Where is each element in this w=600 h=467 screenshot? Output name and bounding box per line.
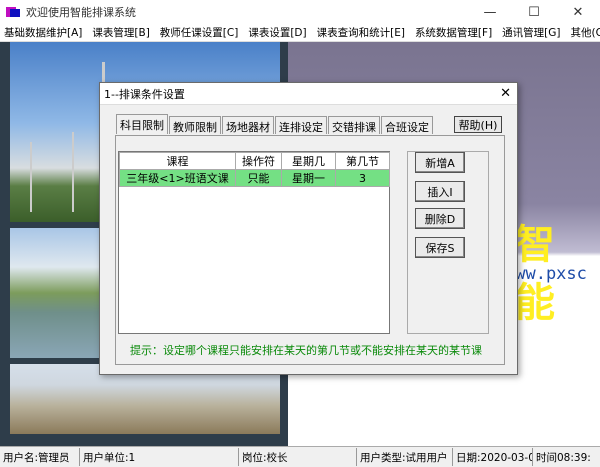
dialog-title: 1--排课条件设置	[104, 87, 185, 101]
menu-system-data[interactable]: 系统数据管理[F]	[415, 25, 492, 40]
hint-text: 提示：设定哪个课程只能安排在某天的第几节或不能安排在某天的某节课	[130, 344, 482, 357]
tab-interleave[interactable]: 交错排课	[328, 116, 380, 134]
tab-consecutive[interactable]: 连排设定	[275, 116, 327, 134]
app-icon	[6, 7, 20, 17]
cell-weekday[interactable]: 星期一	[281, 169, 336, 187]
window-title: 欢迎使用智能排课系统	[26, 6, 136, 19]
cell-period[interactable]: 3	[335, 169, 390, 187]
menu-schedule-manage[interactable]: 课表管理[B]	[92, 25, 149, 40]
tab-subject-limit[interactable]: 科目限制	[116, 114, 168, 134]
menu-schedule-settings[interactable]: 课表设置[D]	[248, 25, 306, 40]
window-titlebar: 欢迎使用智能排课系统 — ☐ ✕	[0, 0, 600, 24]
tab-merge-class[interactable]: 合班设定	[381, 116, 433, 134]
status-unit: 用户单位:1	[80, 448, 239, 466]
save-button[interactable]: 保存S	[415, 237, 465, 258]
status-date: 日期:2020-03-09	[453, 448, 533, 466]
minimize-button[interactable]: —	[468, 0, 512, 24]
help-button[interactable]: 帮助(H)	[454, 116, 502, 133]
dialog-tabs: 科目限制 教师限制 场地器材 连排设定 交错排课 合班设定	[116, 114, 434, 134]
menu-other[interactable]: 其他(O)	[571, 25, 600, 40]
insert-button[interactable]: 插入I	[415, 181, 465, 202]
menu-teacher-assign[interactable]: 教师任课设置[C]	[160, 25, 239, 40]
column-header-course[interactable]: 课程	[119, 152, 236, 170]
dialog-close-button[interactable]: ✕	[500, 86, 511, 101]
cell-course[interactable]: 三年级<1>班语文课	[119, 169, 236, 187]
column-header-operator[interactable]: 操作符	[235, 152, 282, 170]
table-row[interactable]: 三年级<1>班语文课 只能 星期一 3	[119, 169, 390, 187]
schedule-conditions-dialog: 1--排课条件设置 ✕ 科目限制 教师限制 场地器材 连排设定 交错排课 合班设…	[99, 82, 518, 375]
menu-basic-data[interactable]: 基础数据维护[A]	[4, 25, 82, 40]
tab-venue-equipment[interactable]: 场地器材	[222, 116, 274, 134]
cell-operator[interactable]: 只能	[235, 169, 282, 187]
menu-bar: 基础数据维护[A] 课表管理[B] 教师任课设置[C] 课表设置[D] 课表查询…	[0, 24, 600, 42]
add-button[interactable]: 新增A	[415, 152, 465, 173]
status-user: 用户名:管理员	[0, 448, 80, 466]
delete-button[interactable]: 删除D	[415, 208, 465, 229]
column-header-period[interactable]: 第几节	[335, 152, 390, 170]
status-time: 时间08:39:	[536, 451, 591, 464]
menu-query-stats[interactable]: 课表查询和统计[E]	[317, 25, 405, 40]
window-controls: — ☐ ✕	[468, 0, 600, 24]
conditions-grid[interactable]: 课程 操作符 星期几 第几节 三年级<1>班语文课 只能 星期一 3	[118, 151, 390, 334]
status-user-type: 用户类型:试用用户	[357, 448, 453, 466]
column-header-weekday[interactable]: 星期几	[281, 152, 336, 170]
tab-teacher-limit[interactable]: 教师限制	[169, 116, 221, 134]
status-post: 岗位:校长	[239, 448, 357, 466]
menu-communication[interactable]: 通讯管理[G]	[502, 25, 560, 40]
close-button[interactable]: ✕	[556, 0, 600, 24]
status-bar: 用户名:管理员 用户单位:1 岗位:校长 用户类型:试用用户 日期:2020-0…	[0, 446, 600, 467]
maximize-button[interactable]: ☐	[512, 0, 556, 24]
dialog-titlebar: 1--排课条件设置	[100, 83, 517, 105]
